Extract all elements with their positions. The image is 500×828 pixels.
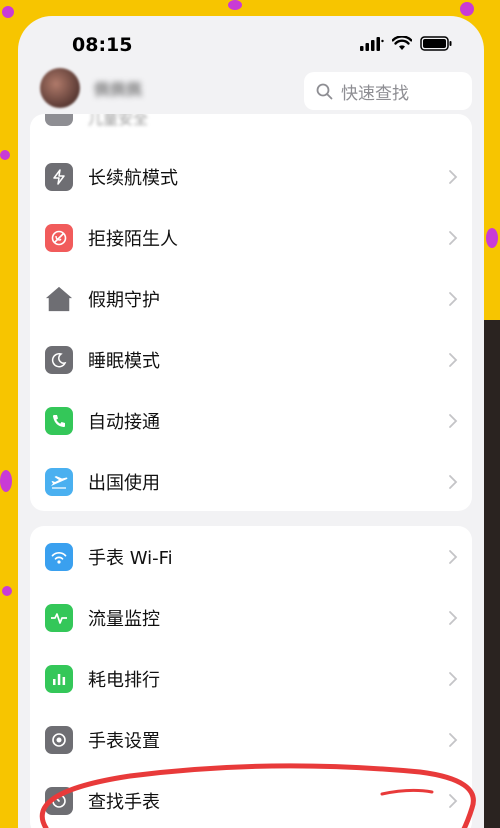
block-phone-icon <box>45 223 73 252</box>
background-dot <box>2 6 14 18</box>
list-item-label: 长续航模式 <box>88 167 178 189</box>
list-item-sleep-mode[interactable]: 睡眠模式 <box>30 329 472 390</box>
background-object <box>484 320 500 828</box>
list-item-holiday-guard[interactable]: 假期守护 <box>30 268 472 329</box>
list-item-watch-settings[interactable]: 手表设置 <box>30 709 472 770</box>
chevron-right-icon <box>449 549 458 564</box>
status-icons <box>360 36 452 51</box>
list-item-label: 流量监控 <box>88 608 160 630</box>
background-dot <box>460 2 474 16</box>
profile[interactable]: 佩佩佩 <box>40 68 142 108</box>
signal-icon <box>360 36 384 51</box>
list-item-label: 手表设置 <box>88 730 160 752</box>
background-dot <box>486 228 498 248</box>
list-item-watch-wifi[interactable]: 手表 Wi-Fi <box>30 526 472 587</box>
bolt-icon <box>45 162 73 191</box>
settings-card-1: 儿童安全 长续航模式 拒接陌生人 假期守护 睡眠模式 自动接通 出国使用 <box>30 114 472 511</box>
status-bar: 08:15 <box>18 16 484 72</box>
list-item-label: 拒接陌生人 <box>88 228 178 250</box>
chevron-right-icon <box>449 474 458 489</box>
profile-name: 佩佩佩 <box>94 80 143 99</box>
search-placeholder: 快速查找 <box>341 83 409 104</box>
list-item-label: 耗电排行 <box>88 669 160 691</box>
list-item-label: 出国使用 <box>88 472 160 494</box>
list-item-long-battery[interactable]: 长续航模式 <box>30 146 472 207</box>
moon-icon <box>45 345 73 374</box>
wifi-icon <box>45 542 73 571</box>
list-item-power-ranking[interactable]: 耗电排行 <box>30 648 472 709</box>
avatar[interactable] <box>40 68 80 108</box>
chevron-right-icon <box>449 230 458 245</box>
phone-screen: 08:15 佩佩佩 快速查找 儿童安全 长续航模式 拒接陌生人 假期守护 睡眠模… <box>18 16 484 828</box>
chevron-right-icon <box>449 793 458 808</box>
background-dot <box>228 0 242 10</box>
phone-icon <box>45 406 73 435</box>
pulse-icon <box>45 603 73 632</box>
list-item-label: 假期守护 <box>88 289 160 311</box>
list-item-auto-answer[interactable]: 自动接通 <box>30 390 472 451</box>
list-item-label: 手表 Wi-Fi <box>88 547 173 569</box>
list-item-reject-strangers[interactable]: 拒接陌生人 <box>30 207 472 268</box>
shield-icon <box>45 114 73 126</box>
chevron-right-icon <box>449 413 458 428</box>
list-item-label: 睡眠模式 <box>88 350 160 372</box>
chevron-right-icon <box>449 169 458 184</box>
chevron-right-icon <box>449 671 458 686</box>
list-item-data-monitor[interactable]: 流量监控 <box>30 587 472 648</box>
list-item-label: 查找手表 <box>88 791 160 813</box>
chevron-right-icon <box>449 610 458 625</box>
search-input[interactable]: 快速查找 <box>304 72 472 110</box>
status-time: 08:15 <box>72 34 133 56</box>
list-item-find-watch[interactable]: 查找手表 <box>30 770 472 828</box>
battery-icon <box>420 36 452 51</box>
wifi-status-icon <box>392 36 412 50</box>
settings-card-2: 手表 Wi-Fi 流量监控 耗电排行 手表设置 查找手表 <box>30 526 472 828</box>
list-item-label: 儿童安全 <box>88 114 149 128</box>
airplane-icon <box>45 467 73 496</box>
chevron-right-icon <box>449 732 458 747</box>
background-dot <box>2 586 12 596</box>
bar-chart-icon <box>45 664 73 693</box>
list-item-partial[interactable]: 儿童安全 <box>30 114 472 136</box>
list-item-label: 自动接通 <box>88 411 160 433</box>
background-dot <box>0 150 10 160</box>
home-icon <box>45 285 73 313</box>
background-dot <box>0 470 12 492</box>
find-watch-icon <box>45 786 73 815</box>
chevron-right-icon <box>449 291 458 306</box>
chevron-right-icon <box>449 352 458 367</box>
list-item-travel-abroad[interactable]: 出国使用 <box>30 451 472 511</box>
watch-settings-icon <box>45 725 73 754</box>
search-icon <box>316 83 333 99</box>
